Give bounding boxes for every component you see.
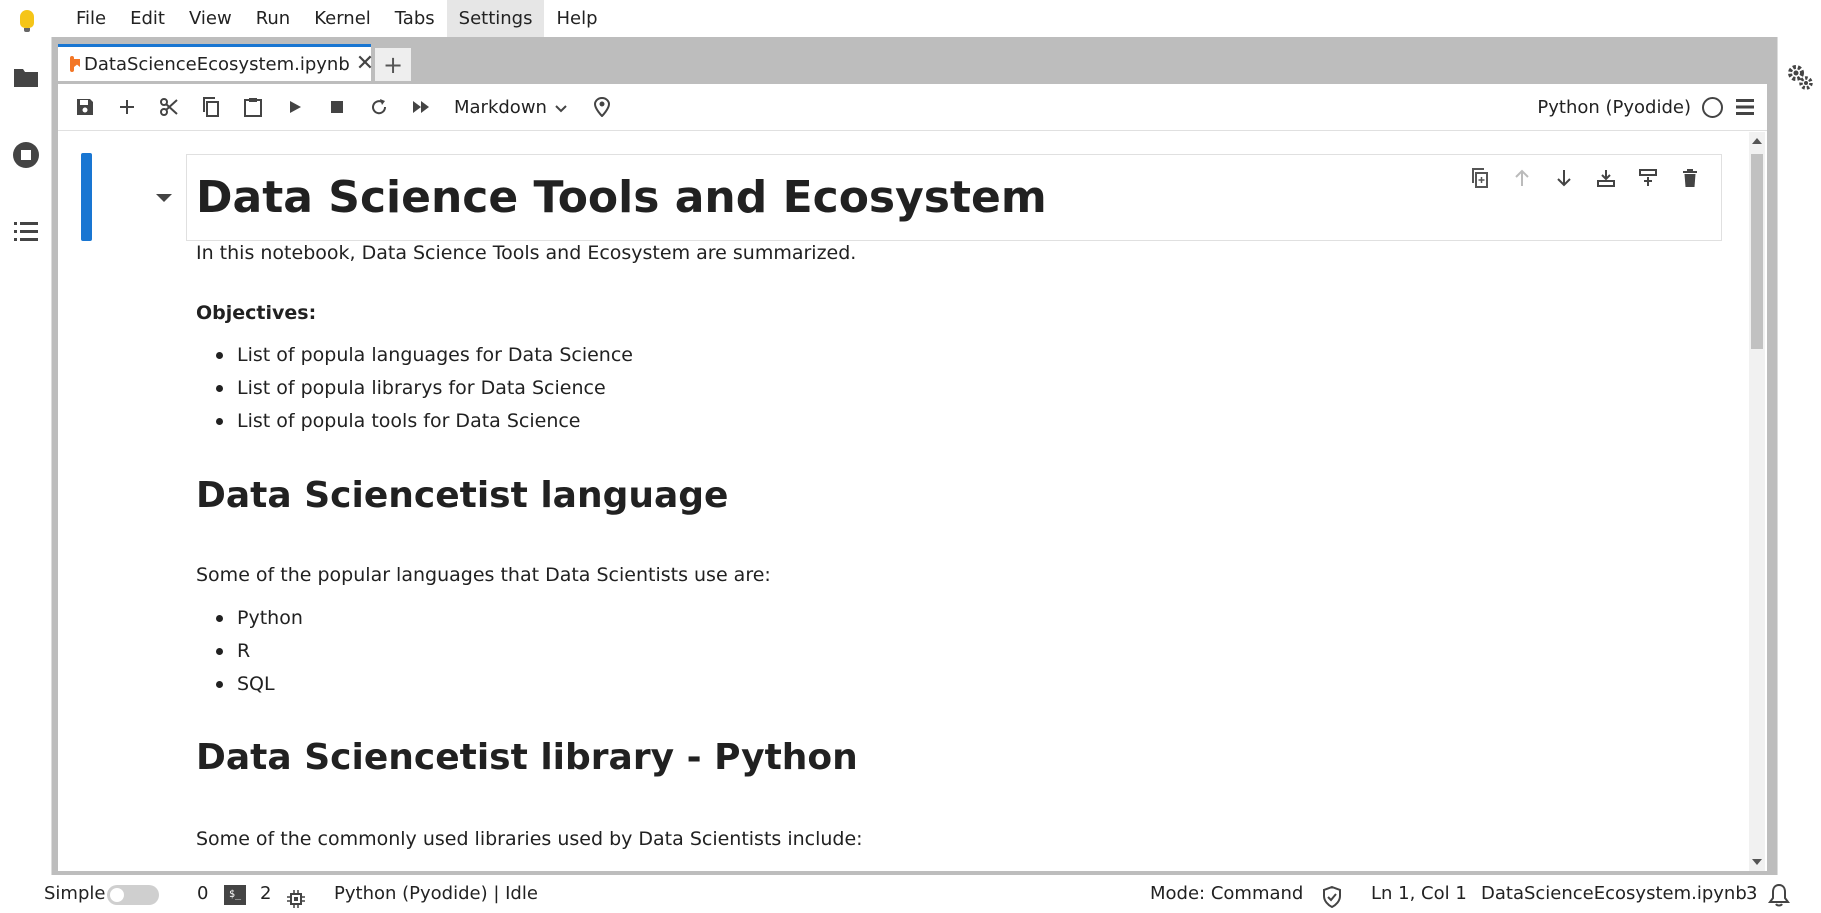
paste-icon[interactable] xyxy=(232,86,274,128)
scroll-up-arrow-icon[interactable] xyxy=(1752,138,1762,144)
notification-count[interactable]: 3 xyxy=(1746,875,1757,913)
duplicate-cell-icon[interactable] xyxy=(1459,163,1501,193)
move-down-icon[interactable] xyxy=(1543,163,1585,193)
cell-type-label: Markdown xyxy=(454,96,547,118)
copy-icon[interactable] xyxy=(190,86,232,128)
terminal-icon[interactable]: $_ xyxy=(224,885,246,905)
save-icon[interactable] xyxy=(64,86,106,128)
languages-heading: Data Sciencetist language xyxy=(196,475,729,516)
objectives-label: Objectives: xyxy=(196,302,317,324)
vertical-scrollbar[interactable] xyxy=(1749,132,1765,871)
menu-file[interactable]: File xyxy=(64,0,118,37)
menu-help[interactable]: Help xyxy=(544,0,609,37)
intro-text: In this notebook, Data Science Tools and… xyxy=(196,242,857,264)
tab-title: DataScienceEcosystem.ipynb xyxy=(84,53,350,75)
simple-mode-label: Simple xyxy=(44,883,106,904)
insert-below-icon[interactable] xyxy=(1627,163,1669,193)
kernel-status-icon xyxy=(1702,97,1723,118)
languages-list: Python R SQL xyxy=(196,602,303,701)
cell-toolbar xyxy=(1459,163,1711,193)
status-bar: Simple 0 $_ 2 Python (Pyodide) | Idle Mo… xyxy=(0,875,1821,913)
run-all-icon[interactable] xyxy=(400,86,442,128)
running-sessions-icon[interactable] xyxy=(12,141,40,169)
list-item: List of popula languages for Data Scienc… xyxy=(196,339,633,372)
list-item: List of popula librarys for Data Science xyxy=(196,372,633,405)
kernel-count[interactable]: 0 xyxy=(197,875,208,913)
menu-view[interactable]: View xyxy=(177,0,244,37)
command-mode-label: Mode: Command xyxy=(1150,883,1304,904)
hamburger-menu-icon[interactable] xyxy=(1735,97,1757,119)
scroll-down-arrow-icon[interactable] xyxy=(1752,859,1762,865)
stop-icon[interactable] xyxy=(316,86,358,128)
notebook-panel: Markdown Python (Pyodide) Data Science T… xyxy=(58,84,1767,871)
property-inspector-gear-icon[interactable] xyxy=(1786,63,1814,95)
list-item: List of popula tools for Data Science xyxy=(196,405,633,438)
delete-cell-icon[interactable] xyxy=(1669,163,1711,193)
right-sidebar xyxy=(1777,37,1821,875)
chevron-down-icon xyxy=(555,97,567,118)
insert-above-icon[interactable] xyxy=(1585,163,1627,193)
cut-icon[interactable] xyxy=(148,86,190,128)
menu-bar: File Edit View Run Kernel Tabs Settings … xyxy=(0,0,1821,37)
terminal-count[interactable]: 2 xyxy=(260,875,271,913)
simple-mode-toggle[interactable] xyxy=(107,885,159,905)
add-cell-icon[interactable] xyxy=(106,86,148,128)
cursor-position[interactable]: Ln 1, Col 1 xyxy=(1371,875,1467,913)
move-up-icon[interactable] xyxy=(1501,163,1543,193)
list-item: SQL xyxy=(196,668,303,701)
close-icon[interactable]: ✕ xyxy=(356,53,374,75)
languages-intro: Some of the popular languages that Data … xyxy=(196,564,771,586)
objectives-list: List of popula languages for Data Scienc… xyxy=(196,339,633,438)
bell-icon[interactable] xyxy=(1768,883,1790,907)
tab-bar: DataScienceEcosystem.ipynb ✕ + xyxy=(58,44,411,81)
kernel-status-text[interactable]: Python (Pyodide) | Idle xyxy=(334,875,538,913)
left-sidebar xyxy=(0,37,52,875)
libraries-heading: Data Sciencetist library - Python xyxy=(196,737,858,778)
table-of-contents-icon[interactable] xyxy=(12,217,40,245)
main-area: DataScienceEcosystem.ipynb ✕ + Markdown … xyxy=(52,37,1777,875)
location-pin-icon[interactable] xyxy=(581,86,623,128)
scrollbar-thumb[interactable] xyxy=(1751,154,1763,349)
menu-run[interactable]: Run xyxy=(244,0,303,37)
new-tab-button[interactable]: + xyxy=(375,48,411,81)
menu-kernel[interactable]: Kernel xyxy=(302,0,383,37)
status-filename: DataScienceEcosystem.ipynb xyxy=(1481,883,1747,904)
list-item: Python xyxy=(196,602,303,635)
jupyterlite-logo-icon[interactable] xyxy=(14,0,40,37)
tab-notebook[interactable]: DataScienceEcosystem.ipynb ✕ xyxy=(58,44,374,81)
folder-icon[interactable] xyxy=(12,63,40,91)
restart-icon[interactable] xyxy=(358,86,400,128)
run-icon[interactable] xyxy=(274,86,316,128)
cpu-chip-icon[interactable] xyxy=(286,885,306,908)
shield-check-icon[interactable] xyxy=(1322,884,1342,909)
active-cell-indicator xyxy=(81,153,92,241)
notebook-title: Data Science Tools and Ecosystem xyxy=(196,172,1047,223)
cell-type-dropdown[interactable]: Markdown xyxy=(454,97,567,118)
notebook-toolbar: Markdown Python (Pyodide) xyxy=(58,84,1767,131)
notebook-icon xyxy=(70,56,74,72)
menu-tabs[interactable]: Tabs xyxy=(383,0,447,37)
menu-settings[interactable]: Settings xyxy=(446,0,545,37)
collapse-caret-icon[interactable] xyxy=(156,194,172,202)
libraries-intro: Some of the commonly used libraries used… xyxy=(196,828,863,850)
kernel-name-button[interactable]: Python (Pyodide) xyxy=(1537,84,1691,131)
notebook-content: Data Science Tools and Ecosystem In this… xyxy=(58,132,1767,871)
menu-edit[interactable]: Edit xyxy=(118,0,177,37)
list-item: R xyxy=(196,635,303,668)
